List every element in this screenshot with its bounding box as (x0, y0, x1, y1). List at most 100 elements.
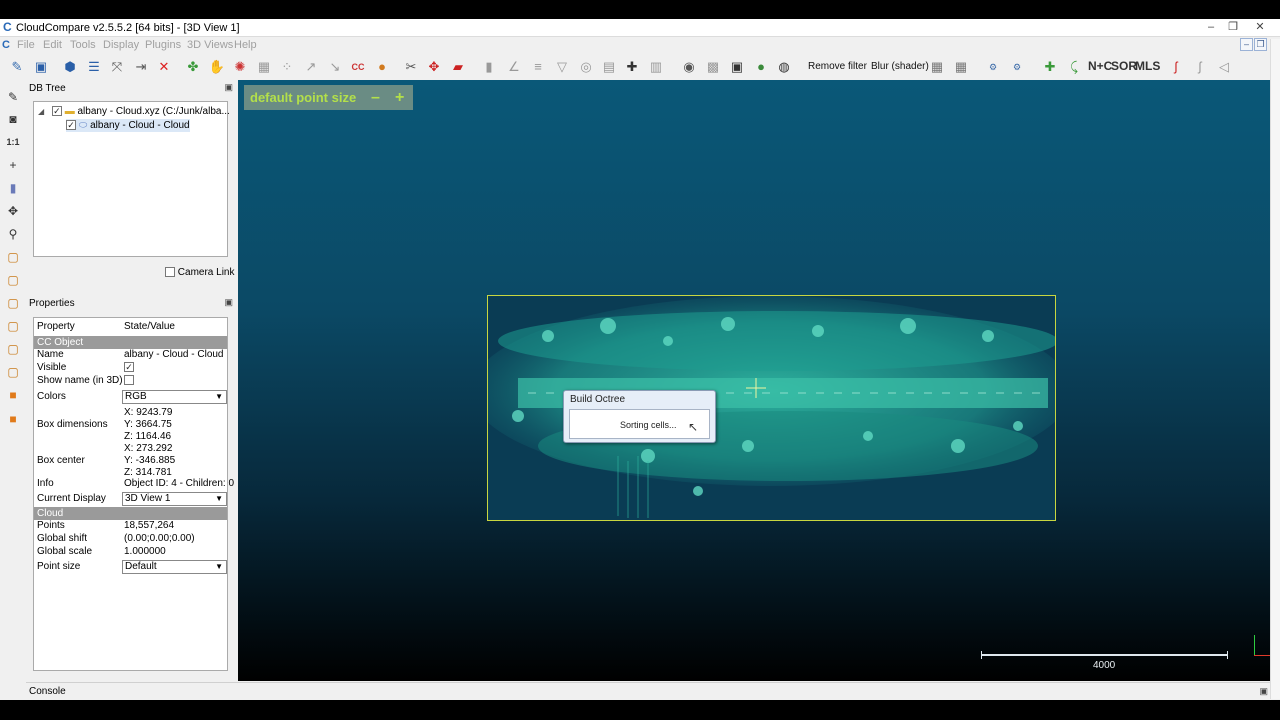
remove-filter-button[interactable]: Remove filter (808, 61, 867, 72)
screen: C CloudCompare v2.5.5.2 [64 bits] - [3D … (0, 0, 1280, 720)
maximize-button[interactable]: ❐ (1222, 20, 1244, 35)
colors-select[interactable]: RGB ▼ (122, 390, 227, 404)
increase-point-size-button[interactable]: + (395, 85, 404, 110)
menu-plugins[interactable]: Plugins (145, 39, 181, 51)
top-view-icon[interactable]: ▢ (4, 248, 22, 266)
blur-shader-button[interactable]: Blur (shader) (871, 61, 929, 72)
decrease-point-size-button[interactable]: – (371, 85, 380, 110)
histogram-icon[interactable]: ↘ (326, 58, 344, 76)
props-header-row: Property State/Value (34, 321, 227, 334)
back-iso-icon[interactable]: ■ (4, 410, 22, 428)
crosshair-icon[interactable]: ✥ (425, 58, 443, 76)
prop-box-dimensions: Box dimensions X: 9243.79 Y: 3664.75 Z: … (37, 407, 173, 442)
3d-view[interactable]: default point size – + Build Octree Sort… (238, 80, 1280, 681)
sample-icon[interactable]: ✺ (231, 58, 249, 76)
back-view-icon[interactable]: ▢ (4, 317, 22, 335)
merge-icon[interactable]: ⤧ (108, 58, 126, 76)
scissors-icon[interactable]: ✂ (402, 58, 420, 76)
angle-icon[interactable]: ∠ (505, 58, 523, 76)
grid-icon[interactable]: ▤ (600, 58, 618, 76)
nc-button[interactable]: N+C (1088, 59, 1112, 73)
camera-link[interactable]: Camera Link (165, 267, 234, 278)
tree-item-checkbox[interactable]: ✓ (51, 106, 62, 117)
save-icon[interactable]: ▣ (32, 58, 50, 76)
bubble-icon[interactable]: ● (373, 58, 391, 76)
menu-display[interactable]: Display (103, 39, 139, 51)
camera-link-checkbox[interactable] (165, 267, 175, 278)
plus-icon[interactable]: ✚ (623, 58, 641, 76)
prop-name: Name albany - Cloud - Cloud (37, 349, 224, 360)
translate-icon[interactable]: ✤ (184, 58, 202, 76)
properties-table: Property State/Value CC Object Name alba… (33, 317, 234, 671)
tree-item-cloud[interactable]: ✓ ⬭ albany - Cloud - Cloud (66, 119, 190, 132)
bars-icon[interactable]: ▮ (480, 58, 498, 76)
bottom-view-icon[interactable]: ▢ (4, 363, 22, 381)
front-iso-icon[interactable]: ■ (4, 386, 22, 404)
menu-3d-views[interactable]: 3D Views (187, 39, 233, 51)
sor-button[interactable]: SOR (1111, 59, 1137, 73)
filter-icon[interactable]: ▽ (553, 58, 571, 76)
eye-icon[interactable]: ▦ (928, 58, 946, 76)
front-view-icon[interactable]: ▢ (4, 271, 22, 289)
zoom-icon[interactable]: ⚲ (4, 225, 22, 243)
expand-arrow-icon[interactable]: ◢ (38, 107, 44, 116)
left-view-icon[interactable]: ▢ (4, 340, 22, 358)
menu-file[interactable]: File (17, 39, 35, 51)
float-icon[interactable]: ▣ (224, 297, 233, 308)
cube-icon[interactable]: ▮ (4, 179, 22, 197)
s-curve-icon[interactable]: ʃ (1167, 58, 1185, 76)
pencil-icon[interactable]: ✎ (4, 88, 22, 106)
camera-icon[interactable]: ◙ (4, 110, 22, 128)
cc-icon[interactable]: CC (349, 58, 367, 76)
side-view-icon[interactable]: ▢ (4, 294, 22, 312)
equal-icon[interactable]: ≡ (529, 58, 547, 76)
canupo-create-icon[interactable]: ⚙ (984, 58, 1002, 76)
image-icon[interactable]: ▣ (728, 58, 746, 76)
tree-item-file[interactable]: ◢ ✓ ▬ albany - Cloud.xyz (C:/Junk/alba..… (38, 105, 230, 118)
ssao-icon[interactable]: ▦ (952, 58, 970, 76)
menu-tools[interactable]: Tools (70, 39, 96, 51)
point-size-select[interactable]: Default ▼ (122, 560, 227, 574)
noise-icon[interactable]: ⁘ (278, 58, 296, 76)
zoom-1-1-button[interactable]: 1:1 (4, 133, 22, 151)
back-icon[interactable]: ◁ (1215, 58, 1233, 76)
tree-item-checkbox[interactable]: ✓ (66, 120, 76, 131)
show-name-checkbox[interactable] (124, 375, 134, 386)
current-display-select[interactable]: 3D View 1 ▼ (122, 492, 227, 506)
plane-icon[interactable]: ▰ (449, 58, 467, 76)
mouse-cursor-icon: ↖ (688, 420, 699, 434)
sphere-icon[interactable]: ● (752, 58, 770, 76)
add-icon[interactable]: ✚ (1041, 58, 1059, 76)
mdi-minimize-button[interactable]: – (1240, 38, 1253, 51)
vertical-scrollbar[interactable] (1270, 39, 1280, 699)
list-icon[interactable]: ☰ (85, 58, 103, 76)
menu-edit[interactable]: Edit (43, 39, 62, 51)
canupo-classify-icon[interactable]: ⚙ (1008, 58, 1026, 76)
stats-icon[interactable]: ▩ (704, 58, 722, 76)
float-icon[interactable]: ▣ (1259, 686, 1268, 697)
close-button[interactable]: ✕ (1249, 20, 1271, 35)
mls-button[interactable]: MLS (1135, 59, 1160, 73)
s-curve-gray-icon[interactable]: ʃ (1191, 58, 1209, 76)
delete-icon[interactable]: ✕ (155, 58, 173, 76)
segment-icon[interactable]: ⇥ (132, 58, 150, 76)
pick-icon[interactable]: ✋ (208, 58, 226, 76)
split-icon[interactable]: ⤹ (1065, 58, 1083, 76)
rgb-icon[interactable]: ◍ (775, 58, 793, 76)
clone-icon[interactable]: ⬢ (61, 58, 79, 76)
move-icon[interactable]: ✥ (4, 202, 22, 220)
console-panel[interactable]: Console ▣ (26, 682, 1280, 700)
open-icon[interactable]: ✎ (8, 58, 26, 76)
menu-help[interactable]: Help (234, 39, 257, 51)
subsample-icon[interactable]: ▦ (255, 58, 273, 76)
center-icon[interactable]: + (4, 156, 22, 174)
table-icon[interactable]: ▥ (647, 58, 665, 76)
minimize-button[interactable]: – (1200, 20, 1222, 35)
mdi-restore-button[interactable]: ❐ (1254, 38, 1267, 51)
console-title: Console (29, 686, 66, 697)
circle-icon[interactable]: ◎ (577, 58, 595, 76)
float-icon[interactable]: ▣ (224, 82, 233, 93)
normals-icon[interactable]: ↗ (302, 58, 320, 76)
visible-checkbox[interactable]: ✓ (124, 362, 134, 373)
hpr-icon[interactable]: ◉ (680, 58, 698, 76)
